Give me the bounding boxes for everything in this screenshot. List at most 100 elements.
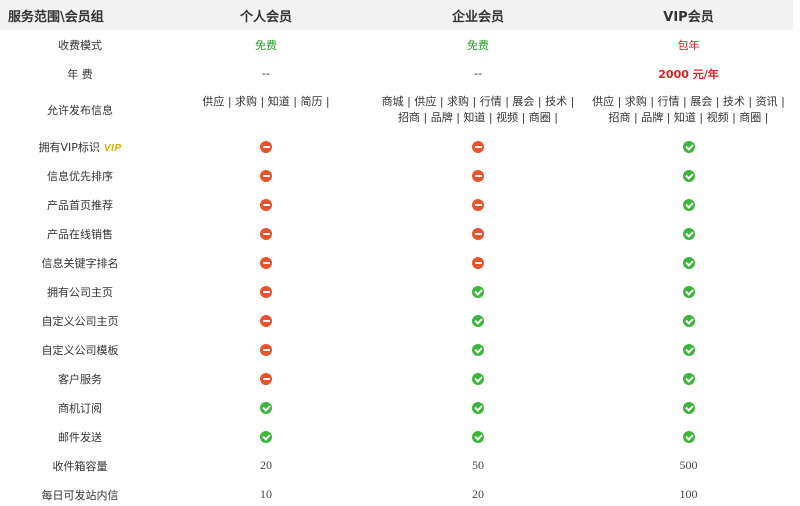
table-row: 产品在线销售 bbox=[0, 219, 793, 248]
scope-header: 服务范围\会员组 bbox=[0, 0, 160, 30]
publish-vip: 供应 | 求购 | 行情 | 展会 | 技术 | 资讯 | 招商 | 品牌 | … bbox=[584, 88, 793, 132]
check-icon bbox=[472, 431, 484, 443]
status-cell bbox=[372, 422, 584, 451]
check-icon bbox=[682, 170, 695, 182]
vip-badge-icon: VIP bbox=[103, 142, 122, 154]
row-label: 收费模式 bbox=[58, 38, 102, 52]
status-cell bbox=[372, 335, 584, 364]
row-label: 客户服务 bbox=[58, 372, 102, 386]
row-label: 允许发布信息 bbox=[47, 104, 113, 117]
annual-fee-vip: 2000 元/年 bbox=[658, 67, 719, 81]
minus-circle-icon bbox=[260, 257, 272, 269]
status-cell bbox=[372, 161, 584, 190]
inbox-capacity-personal: 20 bbox=[260, 458, 272, 472]
daily-messages-personal: 10 bbox=[260, 487, 272, 501]
table-row: 拥有VIP标识 VIP bbox=[0, 132, 793, 161]
status-cell bbox=[160, 364, 372, 393]
check-icon bbox=[472, 286, 484, 298]
table-row: 年 费 -- -- 2000 元/年 bbox=[0, 59, 793, 88]
row-label: 产品首页推荐 bbox=[47, 198, 113, 212]
check-icon bbox=[260, 431, 272, 443]
minus-circle-icon bbox=[472, 228, 484, 240]
status-cell bbox=[584, 364, 793, 393]
minus-circle-icon bbox=[472, 257, 484, 269]
check-icon bbox=[682, 286, 695, 298]
status-cell bbox=[372, 393, 584, 422]
status-cell bbox=[584, 132, 793, 161]
row-label: 收件箱容量 bbox=[52, 459, 108, 473]
minus-circle-icon bbox=[260, 286, 272, 298]
fee-mode-enterprise: 免费 bbox=[467, 38, 489, 52]
status-cell bbox=[160, 393, 372, 422]
status-cell bbox=[160, 190, 372, 219]
table-row: 客户服务 bbox=[0, 364, 793, 393]
check-icon bbox=[682, 315, 695, 327]
table-row: 自定义公司主页 bbox=[0, 306, 793, 335]
personal-member-header: 个人会员 bbox=[160, 0, 372, 30]
table-row: 商机订阅 bbox=[0, 393, 793, 422]
header-row: 服务范围\会员组 个人会员 企业会员 VIP会员 bbox=[0, 0, 793, 30]
status-cell bbox=[160, 248, 372, 277]
check-icon bbox=[472, 373, 484, 385]
check-icon bbox=[682, 228, 695, 240]
table-row: 允许发布信息 供应 | 求购 | 知道 | 简历 | 商城 | 供应 | 求购 … bbox=[0, 88, 793, 132]
status-cell bbox=[372, 219, 584, 248]
status-cell bbox=[372, 190, 584, 219]
comparison-table: 服务范围\会员组 个人会员 企业会员 VIP会员 收费模式 免费 免费 包年 年… bbox=[0, 0, 793, 506]
row-label: 拥有公司主页 bbox=[47, 285, 113, 299]
status-cell bbox=[584, 277, 793, 306]
table-row: 邮件发送 bbox=[0, 422, 793, 451]
minus-circle-icon bbox=[260, 141, 272, 153]
membership-comparison: 服务范围\会员组 个人会员 企业会员 VIP会员 收费模式 免费 免费 包年 年… bbox=[0, 0, 800, 506]
row-label: 产品在线销售 bbox=[47, 227, 113, 241]
status-cell bbox=[160, 422, 372, 451]
table-row: 拥有公司主页 bbox=[0, 277, 793, 306]
daily-messages-vip: 100 bbox=[679, 487, 698, 501]
table-row: 信息优先排序 bbox=[0, 161, 793, 190]
status-cell bbox=[584, 335, 793, 364]
minus-circle-icon bbox=[260, 373, 272, 385]
status-cell bbox=[584, 219, 793, 248]
vip-mark-label: 拥有VIP标识 bbox=[38, 140, 100, 154]
check-icon bbox=[260, 402, 272, 414]
fee-mode-personal: 免费 bbox=[255, 38, 277, 52]
minus-circle-icon bbox=[260, 170, 272, 182]
table-row: 收费模式 免费 免费 包年 bbox=[0, 30, 793, 59]
check-icon bbox=[472, 402, 484, 414]
check-icon bbox=[682, 257, 695, 269]
minus-circle-icon bbox=[472, 199, 484, 211]
inbox-capacity-enterprise: 50 bbox=[472, 458, 484, 472]
row-label: 邮件发送 bbox=[58, 430, 102, 444]
row-label: 商机订阅 bbox=[58, 401, 102, 415]
status-cell bbox=[160, 335, 372, 364]
check-icon bbox=[472, 344, 484, 356]
status-cell bbox=[584, 190, 793, 219]
status-cell bbox=[584, 248, 793, 277]
row-label: 信息关键字排名 bbox=[41, 256, 119, 270]
inbox-capacity-vip: 500 bbox=[679, 458, 698, 472]
publish-tags: 供应 | 求购 | 行情 | 展会 | 技术 | 资讯 | 招商 | 品牌 | … bbox=[592, 95, 785, 124]
publish-tags: 供应 | 求购 | 知道 | 简历 | bbox=[202, 95, 330, 108]
status-cell bbox=[160, 306, 372, 335]
status-cell bbox=[160, 219, 372, 248]
row-label: 信息优先排序 bbox=[47, 169, 113, 183]
check-icon bbox=[472, 315, 484, 327]
status-cell bbox=[372, 306, 584, 335]
minus-circle-icon bbox=[472, 170, 484, 182]
minus-circle-icon bbox=[260, 199, 272, 211]
annual-fee-personal: -- bbox=[262, 67, 270, 80]
status-cell bbox=[584, 393, 793, 422]
row-label: 自定义公司模板 bbox=[41, 343, 119, 357]
check-icon bbox=[682, 141, 695, 153]
minus-circle-icon bbox=[260, 344, 272, 356]
row-label: 拥有VIP标识 VIP bbox=[0, 132, 160, 161]
annual-fee-enterprise: -- bbox=[474, 67, 482, 80]
check-icon bbox=[682, 344, 695, 356]
status-cell bbox=[372, 364, 584, 393]
table-row: 收件箱容量 20 50 500 bbox=[0, 451, 793, 480]
daily-messages-enterprise: 20 bbox=[472, 487, 484, 501]
status-cell bbox=[584, 161, 793, 190]
vip-member-header: VIP会员 bbox=[584, 0, 793, 30]
status-cell bbox=[160, 132, 372, 161]
publish-personal: 供应 | 求购 | 知道 | 简历 | bbox=[160, 88, 372, 132]
